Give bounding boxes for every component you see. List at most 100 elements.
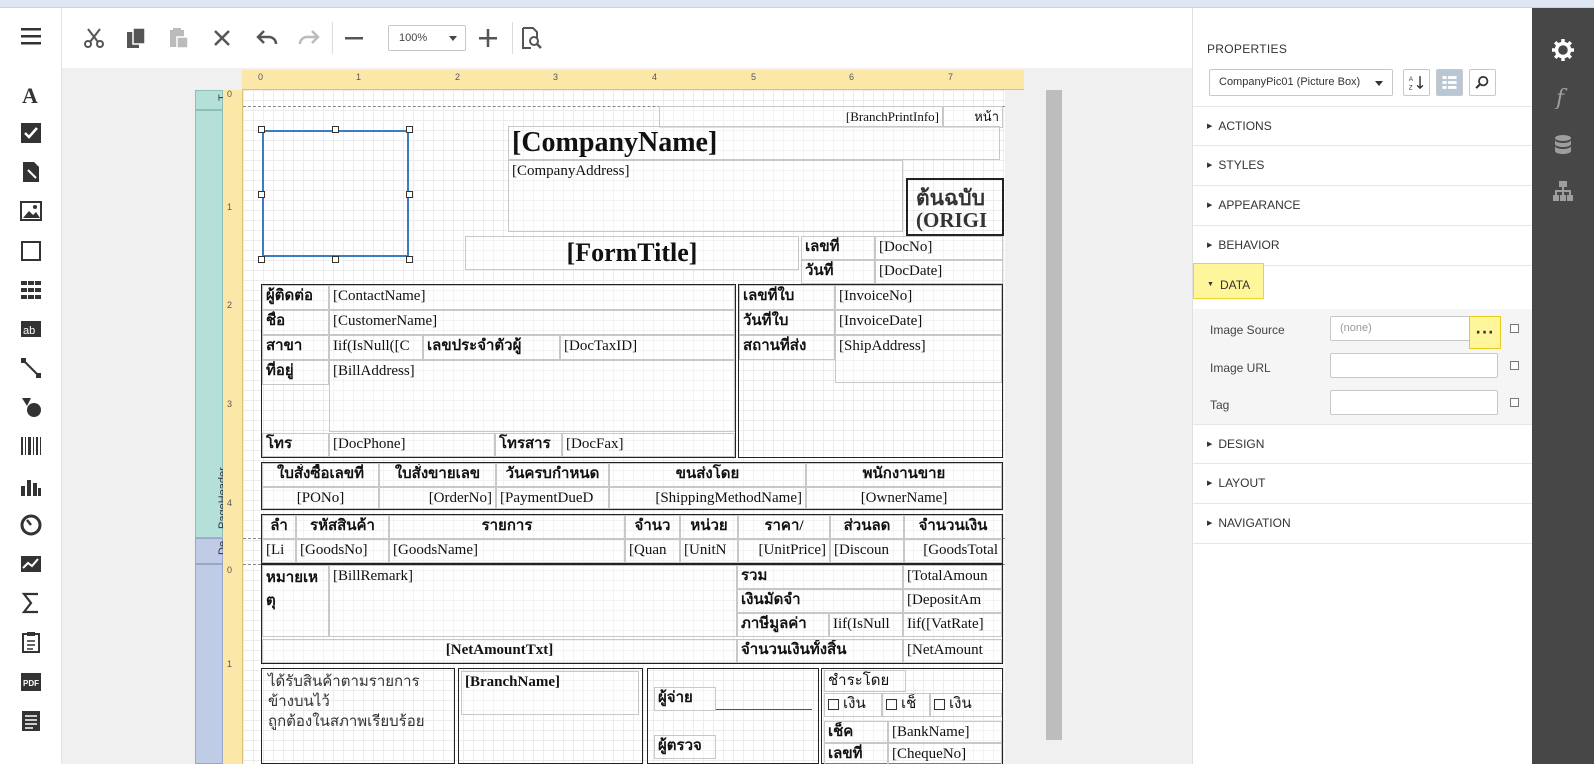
vat-rate-field[interactable]: Iif([VatRate] [903, 613, 1002, 637]
deposit-amount-field[interactable]: [DepositAm [903, 589, 1002, 613]
page-header-band-label[interactable]: PageHeader [195, 110, 229, 538]
resize-handle[interactable] [332, 256, 339, 263]
paste-icon[interactable] [163, 22, 195, 54]
net-amount-text-field[interactable]: [NetAmountTxt] [262, 639, 737, 663]
line-tool-icon[interactable] [15, 352, 47, 384]
detail-total-field[interactable]: [GoodsTotal [904, 539, 1002, 563]
ship-address-field[interactable]: [ShipAddress] [835, 335, 1002, 383]
canvas-scrollbar[interactable] [1046, 90, 1062, 740]
invoice-no-field[interactable]: [InvoiceNo] [835, 285, 1002, 310]
tag-input[interactable] [1330, 390, 1498, 415]
bank-name-field[interactable]: [BankName] [888, 721, 1002, 743]
chevron-right-icon[interactable]: › [1565, 9, 1570, 23]
subreport-tool-icon[interactable] [15, 626, 47, 658]
branch-name-field[interactable]: [BranchName] [461, 671, 639, 715]
branch-print-info-field[interactable]: [BranchPrintInfo] [659, 106, 943, 128]
detail-goods-no-field[interactable]: [GoodsNo] [296, 539, 389, 563]
company-address-field[interactable]: [CompanyAddress] [508, 160, 903, 232]
detail-band-label[interactable]: De [195, 538, 229, 564]
section-appearance[interactable]: ▶ APPEARANCE [1193, 186, 1532, 226]
zoom-in-icon[interactable] [472, 22, 504, 54]
payment-due-field[interactable]: [PaymentDueD [496, 487, 609, 509]
cut-icon[interactable] [78, 22, 110, 54]
chart-tool-icon[interactable] [15, 470, 47, 502]
detail-qty-field[interactable]: [Quan [625, 539, 680, 563]
contact-name-field[interactable]: [ContactName] [329, 285, 735, 310]
detail-goods-name-field[interactable]: [GoodsName] [389, 539, 625, 563]
character-comb-tool-icon[interactable]: ab [15, 313, 47, 345]
original-label-box[interactable]: ต้นฉบับ (ORIGI [906, 178, 1004, 236]
detail-price-field[interactable]: [UnitPrice] [738, 539, 830, 563]
report-page[interactable]: [BranchPrintInfo] หน้า [CompanyName] [Co… [243, 90, 1005, 764]
cash-option[interactable]: เงิน [824, 693, 882, 717]
resize-handle[interactable] [332, 126, 339, 133]
fax-field[interactable]: [DocFax] [562, 433, 735, 457]
detail-discount-field[interactable]: [Discoun [830, 539, 904, 563]
pdf-content-tool-icon[interactable]: PDF [15, 666, 47, 698]
order-no-field[interactable]: [OrderNo] [379, 487, 496, 509]
shape-tool-icon[interactable] [15, 391, 47, 423]
section-data[interactable]: ▼ DATA [1193, 266, 1532, 306]
barcode-tool-icon[interactable] [15, 430, 47, 462]
invoice-date-field[interactable]: [InvoiceDate] [835, 310, 1002, 335]
redo-icon[interactable] [293, 22, 325, 54]
gauge-tool-icon[interactable] [15, 509, 47, 541]
tax-id-field[interactable]: [DocTaxID] [560, 335, 735, 360]
net-amount-field[interactable]: [NetAmount [903, 639, 1002, 663]
bill-remark-field[interactable]: [BillRemark] [329, 565, 737, 637]
page-label[interactable]: หน้า [943, 106, 1003, 128]
search-properties-button[interactable] [1469, 69, 1496, 96]
tag-reset-checkbox[interactable] [1510, 398, 1519, 407]
cheque-no-field[interactable]: [ChequeNo] [888, 743, 1002, 764]
detail-seq-field[interactable]: [Li [262, 539, 296, 563]
transfer-option[interactable]: เงิน [930, 693, 1002, 717]
database-icon[interactable] [1547, 129, 1579, 161]
customer-name-field[interactable]: [CustomerName] [329, 310, 735, 335]
detail-unit-field[interactable]: [UnitN [680, 539, 738, 563]
section-layout[interactable]: ▶ LAYOUT [1193, 464, 1532, 504]
zoom-out-icon[interactable] [338, 22, 370, 54]
expressions-icon[interactable]: f [1547, 81, 1579, 113]
resize-handle[interactable] [258, 256, 265, 263]
resize-handle[interactable] [406, 191, 413, 198]
resize-handle[interactable] [258, 191, 265, 198]
design-surface[interactable]: 0 1 2 3 4 5 6 7 T PageHeader De 0 1 2 3 … [62, 68, 1192, 764]
image-source-reset-checkbox[interactable] [1510, 324, 1519, 333]
table-tool-icon[interactable] [15, 274, 47, 306]
section-behavior[interactable]: ▶ BEHAVIOR [1193, 226, 1532, 266]
section-design[interactable]: ▶ DESIGN [1193, 424, 1532, 464]
checkbox-icon[interactable] [828, 699, 839, 711]
menu-icon[interactable] [15, 20, 47, 52]
sparkline-tool-icon[interactable] [15, 548, 47, 580]
preview-icon[interactable] [515, 22, 547, 54]
component-select[interactable]: CompanyPic01 (Picture Box) [1209, 69, 1393, 96]
company-name-field[interactable]: [CompanyName] [508, 126, 1000, 160]
zoom-select[interactable]: 100% [388, 25, 466, 51]
owner-name-field[interactable]: [OwnerName] [806, 487, 1002, 509]
delete-icon[interactable] [206, 22, 238, 54]
report-explorer-icon[interactable] [1547, 175, 1579, 207]
doc-date-field[interactable]: [DocDate] [875, 260, 1003, 284]
checkbox-icon[interactable] [934, 699, 945, 711]
image-url-input[interactable] [1330, 353, 1498, 378]
form-title-field[interactable]: [FormTitle] [465, 236, 799, 270]
total-amount-field[interactable]: [TotalAmoun [903, 565, 1002, 589]
image-source-browse-button[interactable]: ··· [1469, 316, 1501, 349]
toc-tool-icon[interactable] [15, 705, 47, 737]
picture-box-tool-icon[interactable] [15, 195, 47, 227]
resize-handle[interactable] [406, 126, 413, 133]
undo-icon[interactable] [251, 22, 283, 54]
summary-tool-icon[interactable] [15, 587, 47, 619]
cheque-option[interactable]: เช็ [882, 693, 930, 717]
bill-address-field[interactable]: [BillAddress] [329, 360, 735, 432]
section-styles[interactable]: ▶ STYLES [1193, 146, 1532, 186]
panel-tool-icon[interactable] [15, 235, 47, 267]
vat-expression-field[interactable]: Iif(IsNull [829, 613, 903, 637]
gear-icon[interactable] [1547, 34, 1579, 66]
company-picture-box[interactable] [262, 130, 409, 257]
branch-expression-field[interactable]: Iif(IsNull([C [329, 335, 423, 360]
shipping-method-field[interactable]: [ShippingMethodName] [609, 487, 806, 509]
checkbox-icon[interactable] [886, 699, 897, 711]
resize-handle[interactable] [406, 256, 413, 263]
section-navigation[interactable]: ▶ NAVIGATION [1193, 504, 1532, 544]
